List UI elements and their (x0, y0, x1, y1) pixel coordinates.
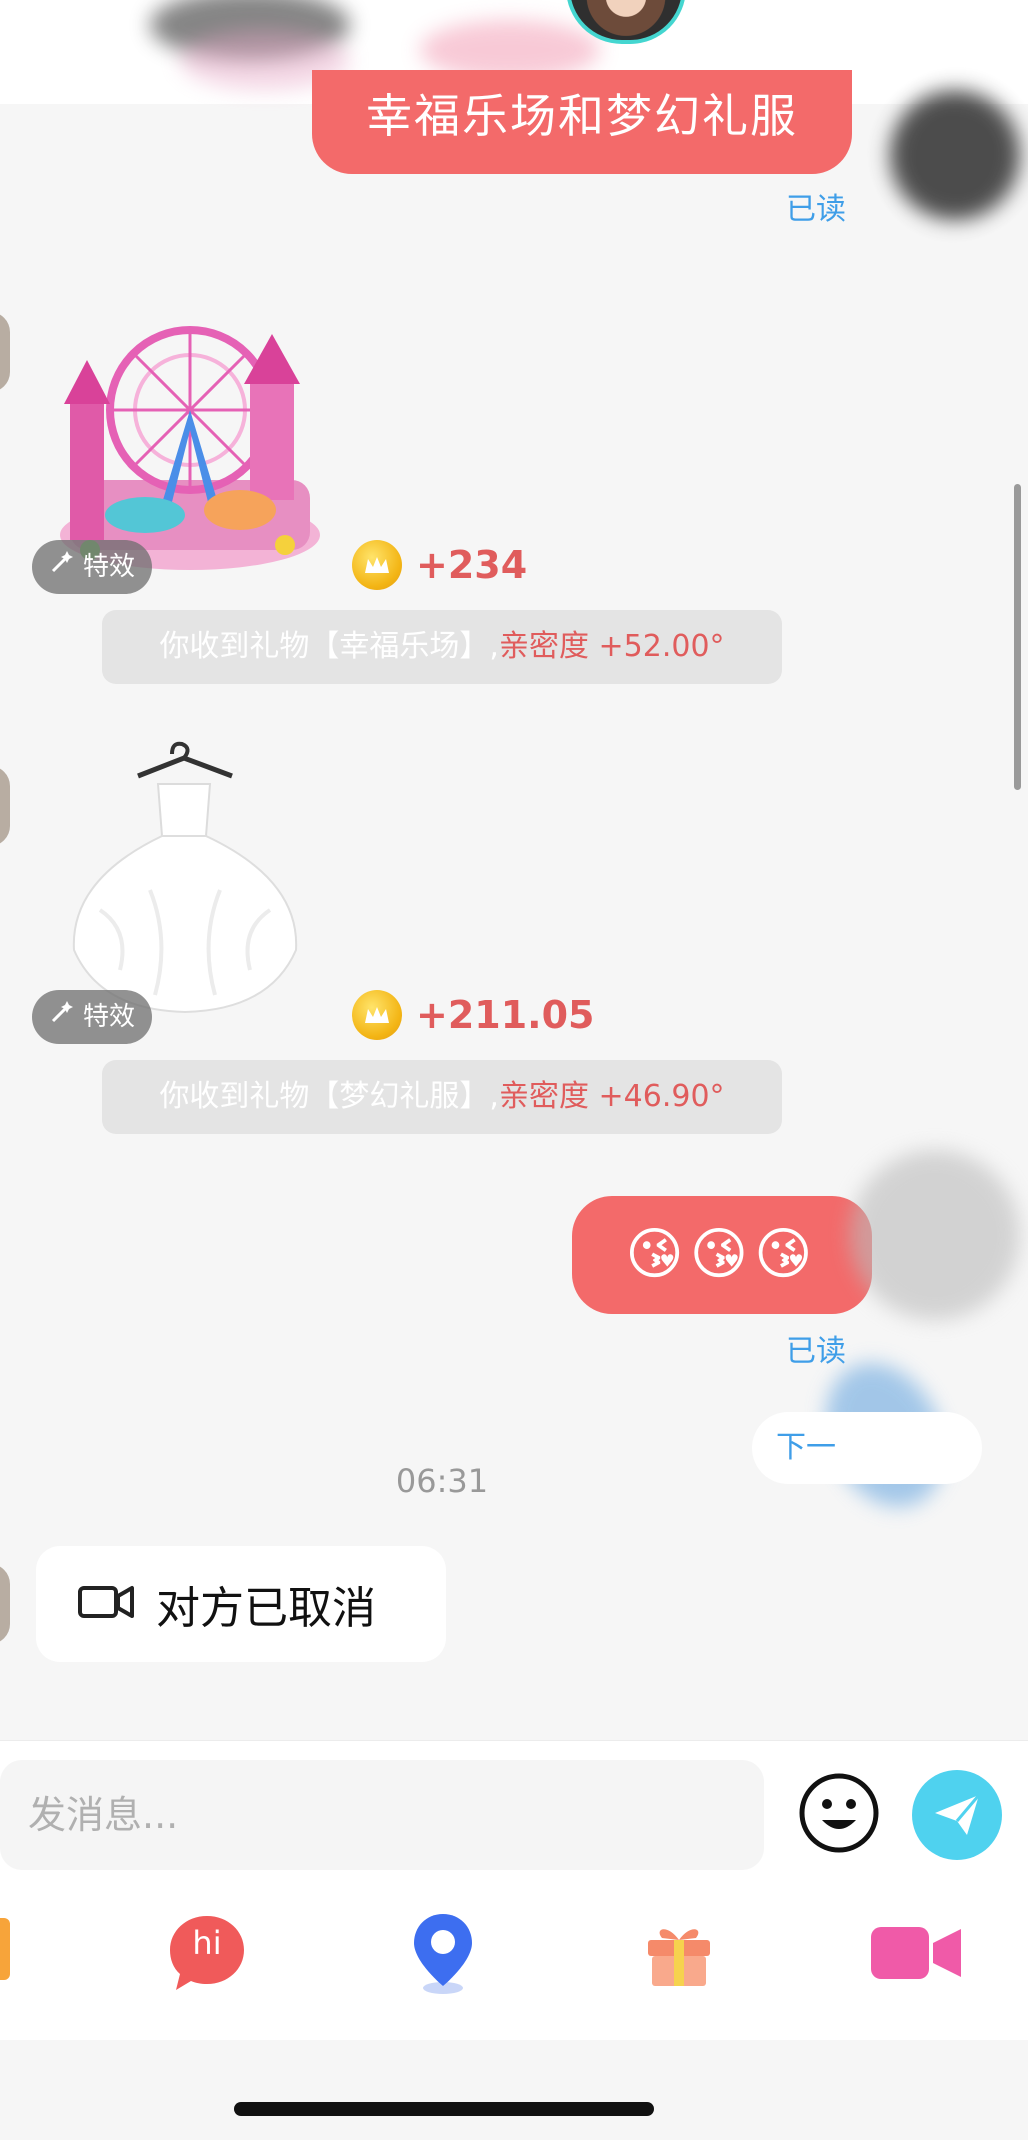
read-receipt: 已读 (786, 1334, 846, 1369)
gift-box-icon (648, 1929, 710, 1986)
amusement-park-icon (60, 326, 320, 570)
coin-icon (352, 540, 402, 590)
effect-tag[interactable]: 特效 (32, 990, 152, 1044)
intimacy-value: 亲密度 +46.90° (498, 1079, 725, 1114)
read-receipt: 已读 (786, 192, 846, 227)
magic-wand-icon (49, 540, 75, 594)
coin-icon (352, 990, 402, 1040)
effect-tag[interactable]: 特效 (32, 540, 152, 594)
gift-notice-text: 你收到礼物【梦幻礼服】, (159, 1079, 499, 1114)
location-pin-icon (414, 1914, 472, 1994)
outgoing-emoji-bubble[interactable]: 😘😘😘 (572, 1196, 872, 1314)
smiley-icon (799, 1773, 879, 1853)
call-status-text: 对方已取消 (156, 1583, 376, 1634)
message-input-placeholder: 发消息... (28, 1793, 179, 1837)
gift-image-amusement-park[interactable] (50, 320, 320, 570)
video-camera-icon (78, 1584, 134, 1624)
gift-notice-text: 你收到礼物【幸福乐场】, (159, 629, 499, 664)
sender-avatar[interactable] (0, 312, 10, 392)
timestamp: 06:31 (395, 1462, 489, 1500)
home-indicator[interactable] (234, 2102, 654, 2116)
sender-avatar[interactable] (0, 766, 10, 846)
effect-label: 特效 (82, 1002, 135, 1032)
redaction-blur (850, 1150, 1020, 1320)
video-call-record[interactable]: 对方已取消 (36, 1546, 446, 1662)
hi-label: hi (192, 1924, 222, 1962)
hi-greeting-button[interactable]: hi (164, 1910, 250, 1996)
gift-received-notice: 你收到礼物【梦幻礼服】,亲密度 +46.90° (102, 1060, 782, 1134)
emoji-button[interactable] (798, 1772, 880, 1854)
scrollbar[interactable] (1014, 484, 1021, 790)
video-camera-icon (871, 1927, 961, 1979)
partial-toolbar-icon[interactable] (0, 1918, 10, 1980)
effect-label: 特效 (82, 552, 135, 582)
coin-reward: +234 (352, 540, 527, 590)
sender-avatar[interactable] (0, 1564, 10, 1644)
gift-image-dream-dress[interactable] (60, 740, 310, 1020)
wedding-dress-icon (72, 741, 298, 1014)
coin-amount: +234 (416, 543, 528, 587)
paper-plane-icon (935, 1794, 981, 1835)
video-call-button[interactable] (866, 1910, 966, 1996)
coin-amount: +211.05 (416, 993, 595, 1037)
coin-reward: +211.05 (352, 990, 594, 1040)
gift-button[interactable] (636, 1910, 722, 1996)
magic-wand-icon (49, 990, 75, 1044)
gift-received-notice: 你收到礼物【幸福乐场】,亲密度 +52.00° (102, 610, 782, 684)
send-button[interactable] (912, 1770, 1002, 1860)
home-area (0, 2040, 1028, 2140)
intimacy-value: 亲密度 +52.00° (498, 629, 725, 664)
outgoing-message-bubble[interactable]: 幸福乐场和梦幻礼服 (312, 70, 852, 174)
location-button[interactable] (400, 1910, 486, 1996)
